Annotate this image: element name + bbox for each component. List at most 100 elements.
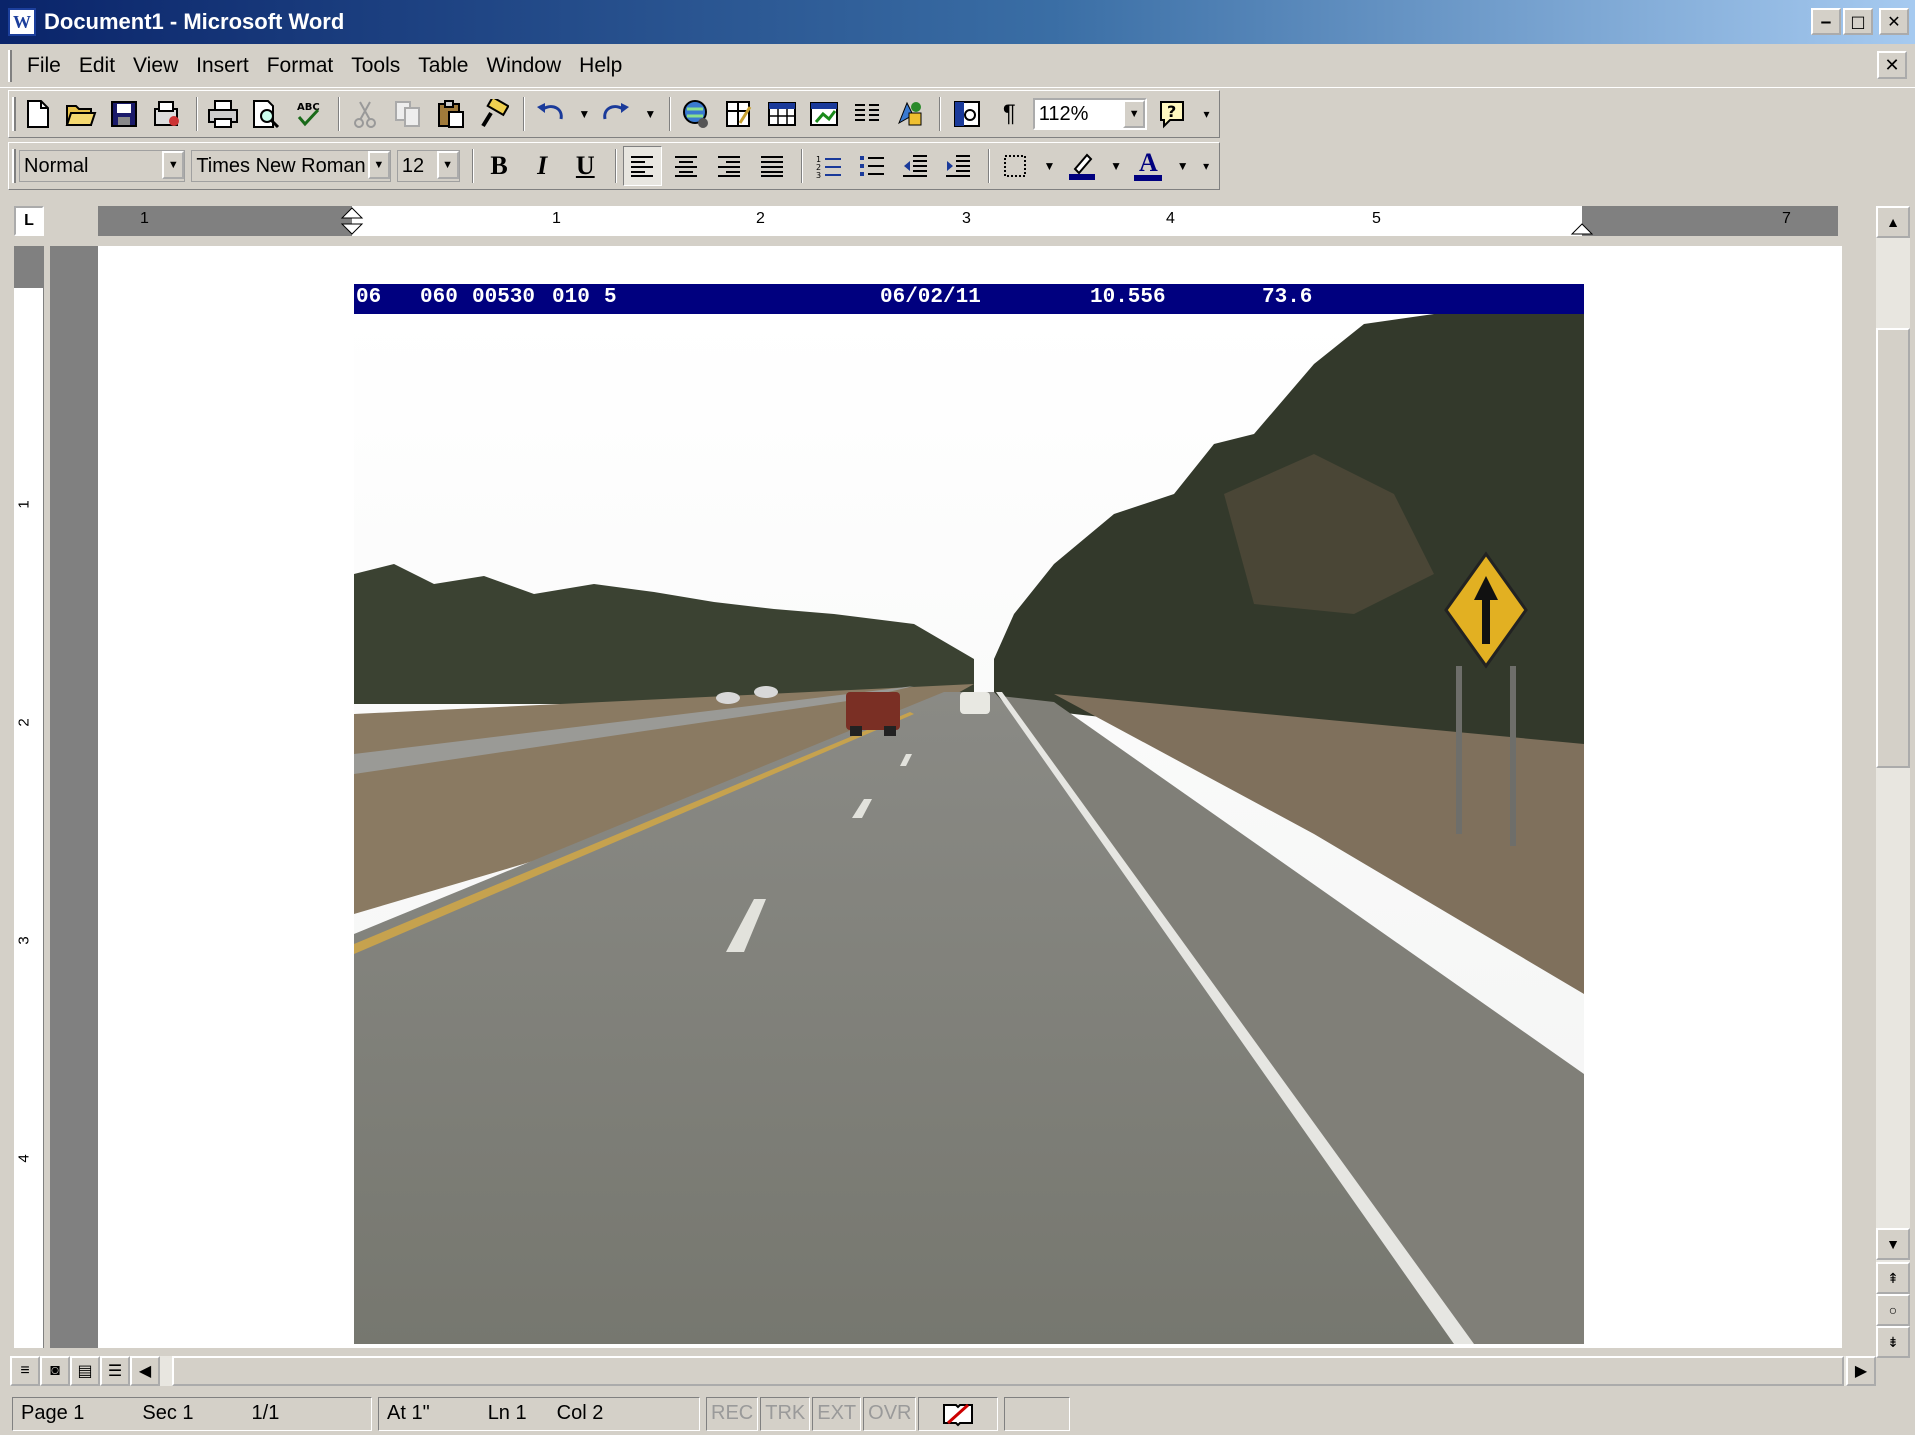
- undo-icon[interactable]: [531, 94, 570, 134]
- font-dropdown-icon[interactable]: ▼: [367, 151, 390, 179]
- scroll-right-button[interactable]: ▶: [1846, 1356, 1876, 1386]
- outline-view-icon[interactable]: ☰: [100, 1356, 130, 1386]
- permission-icon[interactable]: [147, 94, 186, 134]
- decrease-indent-icon[interactable]: [895, 146, 934, 186]
- scroll-up-button[interactable]: ▲: [1876, 206, 1910, 238]
- increase-indent-icon[interactable]: [939, 146, 978, 186]
- toolbar-options-icon[interactable]: ▾: [1195, 146, 1217, 186]
- font-color-icon[interactable]: A: [1129, 146, 1168, 186]
- format-painter-icon[interactable]: [474, 94, 513, 134]
- font-select[interactable]: Times New Roman ▼: [191, 150, 391, 182]
- close-button[interactable]: ✕: [1879, 8, 1909, 35]
- previous-page-button[interactable]: ⇞: [1876, 1262, 1910, 1294]
- underline-button[interactable]: U: [566, 146, 605, 186]
- word-app-icon[interactable]: W: [8, 8, 36, 36]
- style-select[interactable]: Normal ▼: [19, 150, 186, 182]
- spelling-status-icon[interactable]: [918, 1396, 999, 1431]
- highlight-dropdown-icon[interactable]: ▼: [1105, 146, 1127, 186]
- font-color-letter: A: [1138, 148, 1158, 177]
- redo-dropdown-icon[interactable]: ▼: [640, 94, 661, 134]
- menu-format[interactable]: Format: [258, 54, 343, 78]
- insert-table-icon[interactable]: [762, 94, 801, 134]
- toolbar-grip[interactable]: [12, 149, 16, 183]
- tables-borders-icon[interactable]: [720, 94, 759, 134]
- select-browse-object-button[interactable]: ○: [1876, 1294, 1910, 1326]
- ruler-label: 1: [552, 210, 561, 227]
- vertical-scroll-thumb[interactable]: [1876, 328, 1910, 768]
- zoom-select[interactable]: 112% ▼: [1032, 98, 1148, 130]
- next-page-button[interactable]: ⇟: [1876, 1326, 1910, 1358]
- align-right-icon[interactable]: [709, 146, 748, 186]
- show-hide-formatting-icon[interactable]: ¶: [990, 94, 1029, 134]
- menu-grip[interactable]: [8, 50, 12, 82]
- paste-icon[interactable]: [431, 94, 470, 134]
- font-color-dropdown-icon[interactable]: ▼: [1172, 146, 1194, 186]
- scroll-down-button[interactable]: ▼: [1876, 1228, 1910, 1260]
- print-icon[interactable]: [204, 94, 243, 134]
- italic-button[interactable]: I: [523, 146, 562, 186]
- style-dropdown-icon[interactable]: ▼: [162, 151, 185, 179]
- status-position-info[interactable]: At 1" Ln 1 Col 2: [378, 1396, 700, 1431]
- zoom-dropdown-icon[interactable]: ▼: [1123, 100, 1146, 128]
- status-ovr[interactable]: OVR: [863, 1396, 917, 1431]
- menu-view[interactable]: View: [124, 54, 187, 78]
- tab-selector[interactable]: L: [14, 206, 44, 236]
- undo-dropdown-icon[interactable]: ▼: [574, 94, 595, 134]
- font-size-dropdown-icon[interactable]: ▼: [436, 151, 459, 179]
- scroll-left-button[interactable]: ◀: [130, 1356, 160, 1386]
- insert-hyperlink-icon[interactable]: [677, 94, 716, 134]
- align-center-icon[interactable]: [666, 146, 705, 186]
- copy-icon[interactable]: [389, 94, 428, 134]
- menu-help[interactable]: Help: [570, 54, 631, 78]
- redo-icon[interactable]: [597, 94, 636, 134]
- status-rec[interactable]: REC: [706, 1396, 759, 1431]
- save-disk-icon[interactable]: [104, 94, 143, 134]
- menu-edit[interactable]: Edit: [70, 54, 124, 78]
- align-left-icon[interactable]: [622, 146, 662, 186]
- justify-icon[interactable]: [752, 146, 791, 186]
- normal-view-icon[interactable]: ≡: [10, 1356, 40, 1386]
- status-trk[interactable]: TRK: [760, 1396, 811, 1431]
- bold-button[interactable]: B: [480, 146, 519, 186]
- document-close-button[interactable]: ✕: [1877, 51, 1907, 79]
- horizontal-ruler[interactable]: 1 1 2 3 4 5 7: [98, 206, 1838, 236]
- ruler-label: 1: [140, 210, 149, 227]
- toolbar-grip[interactable]: [12, 97, 16, 131]
- menu-table[interactable]: Table: [409, 54, 477, 78]
- web-layout-view-icon[interactable]: ◙: [40, 1356, 70, 1386]
- vertical-ruler[interactable]: 1 2 3 4: [14, 246, 44, 1348]
- status-ext[interactable]: EXT: [812, 1396, 862, 1431]
- help-icon[interactable]: ?: [1153, 94, 1192, 134]
- insert-excel-icon[interactable]: [805, 94, 844, 134]
- horizontal-scroll-thumb[interactable]: [172, 1356, 1844, 1386]
- toolbar-separator: [939, 97, 942, 131]
- maximize-button[interactable]: □: [1843, 8, 1873, 35]
- font-size-select[interactable]: 12 ▼: [396, 150, 460, 182]
- numbering-icon[interactable]: 123: [809, 146, 848, 186]
- status-empty-pane: [1004, 1396, 1071, 1431]
- bullets-icon[interactable]: [852, 146, 891, 186]
- status-page-info[interactable]: Page 1 Sec 1 1/1: [12, 1396, 372, 1431]
- menu-file[interactable]: File: [18, 54, 70, 78]
- open-folder-icon[interactable]: [62, 94, 101, 134]
- menu-window[interactable]: Window: [477, 54, 570, 78]
- menu-insert[interactable]: Insert: [187, 54, 258, 78]
- menu-tools[interactable]: Tools: [342, 54, 409, 78]
- minimize-button[interactable]: ‒: [1811, 8, 1841, 35]
- road-photo[interactable]: [354, 314, 1584, 1344]
- print-layout-view-icon[interactable]: ▤: [70, 1356, 100, 1386]
- borders-icon[interactable]: [996, 146, 1035, 186]
- document-map-icon[interactable]: [947, 94, 986, 134]
- toolbar-options-icon[interactable]: ▾: [1196, 94, 1217, 134]
- drawing-icon[interactable]: [891, 94, 930, 134]
- vertical-scrollbar[interactable]: ▲ ▼ ⇞ ○ ⇟: [1876, 206, 1910, 1358]
- borders-dropdown-icon[interactable]: ▼: [1039, 146, 1061, 186]
- highlight-icon[interactable]: [1062, 146, 1101, 186]
- ruler-label: 2: [756, 210, 765, 227]
- cut-icon[interactable]: [346, 94, 385, 134]
- new-document-icon[interactable]: [19, 94, 58, 134]
- horizontal-scrollbar[interactable]: ≡ ◙ ▤ ☰ ◀ ▶: [10, 1356, 1876, 1386]
- spelling-grammar-icon[interactable]: ABC: [289, 94, 328, 134]
- print-preview-icon[interactable]: [247, 94, 286, 134]
- columns-icon[interactable]: [848, 94, 887, 134]
